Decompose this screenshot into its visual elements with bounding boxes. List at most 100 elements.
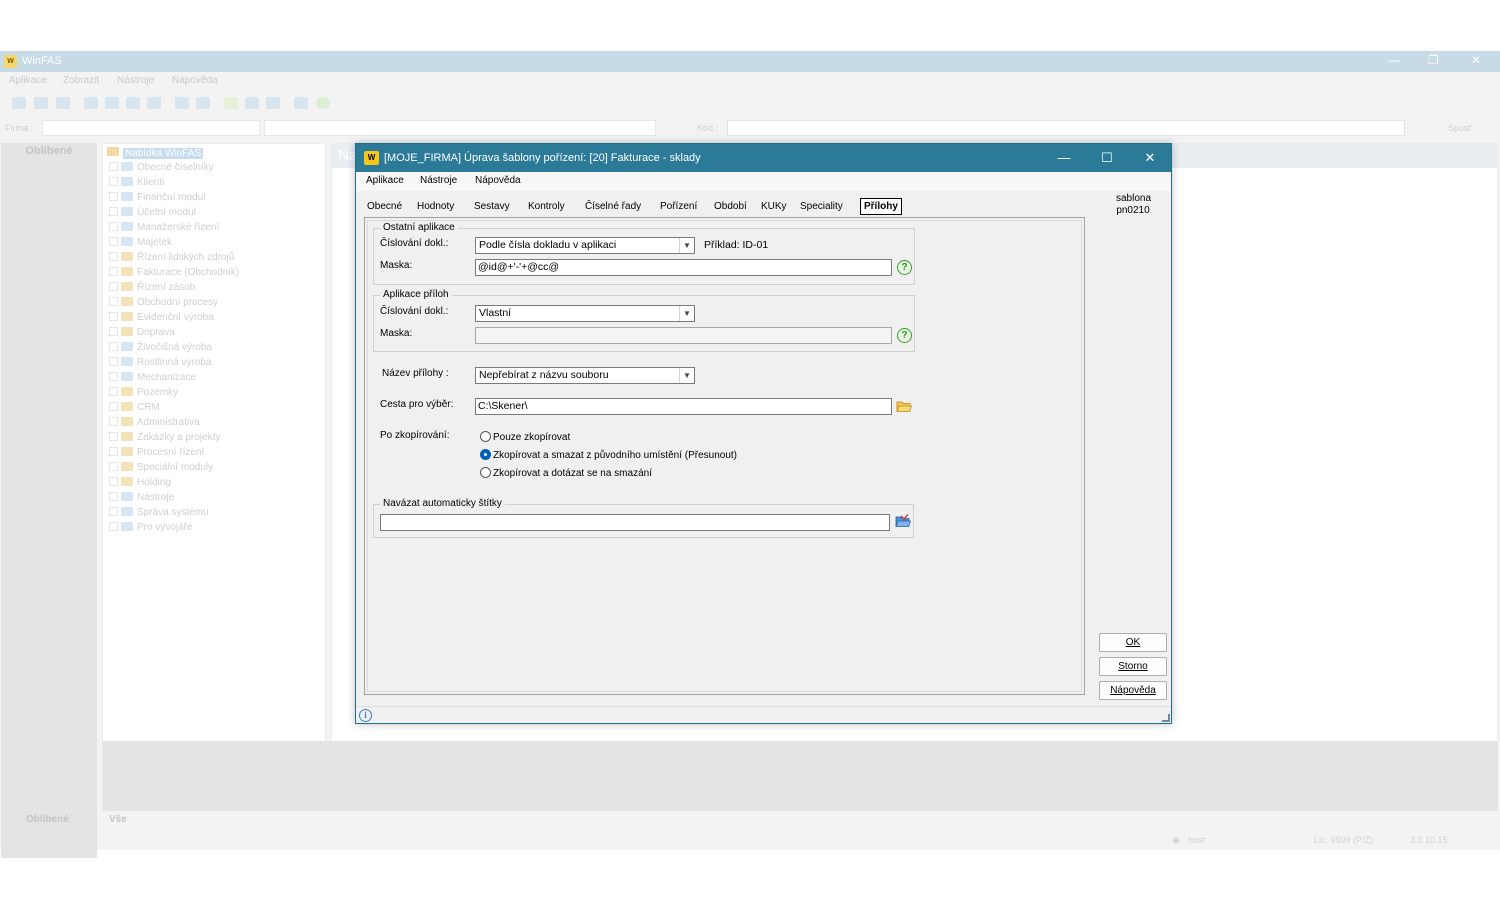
bg-tree-item[interactable]: Řízení zásob xyxy=(109,282,195,296)
bg-tool-icon[interactable] xyxy=(147,97,161,109)
expand-icon[interactable] xyxy=(109,222,118,231)
bg-menu-aplikace[interactable]: Aplikace xyxy=(9,75,47,86)
expand-icon[interactable] xyxy=(109,372,118,381)
radio-button-selected[interactable] xyxy=(480,449,491,460)
expand-icon[interactable] xyxy=(109,297,118,306)
expand-icon[interactable] xyxy=(109,507,118,516)
tab-speciality[interactable]: Speciality xyxy=(800,198,843,215)
expand-icon[interactable] xyxy=(109,342,118,351)
tab-obecne[interactable]: Obecné xyxy=(367,198,402,215)
menu-aplikace[interactable]: Aplikace xyxy=(366,175,404,186)
bg-tree-item[interactable]: Majetek xyxy=(109,237,172,251)
expand-icon[interactable] xyxy=(109,387,118,396)
tab-prilohy[interactable]: Přílohy xyxy=(860,198,902,215)
expand-icon[interactable] xyxy=(109,267,118,276)
bg-tree-item[interactable]: Obecné číselníky xyxy=(109,162,214,176)
cislovani-priloh-select[interactable]: Vlastní ▼ xyxy=(475,305,695,322)
expand-icon[interactable] xyxy=(109,477,118,486)
tab-obdobi[interactable]: Období xyxy=(714,198,747,215)
resize-grip-icon[interactable] xyxy=(1162,714,1170,722)
ok-button[interactable]: OK xyxy=(1099,633,1167,652)
bg-tree-item[interactable]: Manažerské řízení xyxy=(109,222,219,236)
radio-presunout[interactable]: Zkopírovat a smazat z původního umístění… xyxy=(480,449,737,461)
info-icon[interactable]: i xyxy=(359,709,372,722)
bg-kod-input[interactable] xyxy=(727,120,1405,136)
bg-tool-icon[interactable] xyxy=(126,97,140,109)
expand-icon[interactable] xyxy=(109,252,118,261)
chevron-down-icon[interactable]: ▼ xyxy=(679,238,694,253)
bg-close-icon[interactable]: ✕ xyxy=(1471,53,1481,67)
bg-tool-icon[interactable] xyxy=(105,97,119,109)
maximize-icon[interactable]: ☐ xyxy=(1093,149,1121,167)
cesta-input[interactable]: C:\Skener\ xyxy=(475,398,892,415)
expand-icon[interactable] xyxy=(109,492,118,501)
bg-menu-napoveda[interactable]: Nápověda xyxy=(172,75,218,86)
bg-tree-item[interactable]: Rostlinná výroba xyxy=(109,357,211,371)
bg-tree-item[interactable]: Nástroje xyxy=(109,492,174,506)
bg-tree-item[interactable]: Mechanizace xyxy=(109,372,196,386)
menu-napoveda[interactable]: Nápověda xyxy=(475,175,521,186)
expand-icon[interactable] xyxy=(109,162,118,171)
bg-firma-input[interactable] xyxy=(42,120,260,136)
bg-tree-item[interactable]: Speciální moduly xyxy=(109,462,213,476)
chevron-down-icon[interactable]: ▼ xyxy=(679,306,694,321)
bg-tree-item[interactable]: Doprava xyxy=(109,327,175,341)
tab-porizeni[interactable]: Pořízení xyxy=(660,198,697,215)
bg-tab-vse[interactable]: Vše xyxy=(109,814,127,825)
tab-hodnoty[interactable]: Hodnoty xyxy=(417,198,454,215)
maska-input[interactable]: @id@+'-'+@cc@ xyxy=(475,259,892,276)
bg-tree-item[interactable]: Administrativa xyxy=(109,417,200,431)
bg-tree-item[interactable]: CRM xyxy=(109,402,160,416)
bg-tree-item[interactable]: Živočišná výroba xyxy=(109,342,212,356)
bg-menu-nastroje[interactable]: Nástroje xyxy=(117,75,154,86)
bg-tree-item[interactable]: Finanční modul xyxy=(109,192,205,206)
dialog-titlebar[interactable]: W [MOJE_FIRMA] Úprava šablony pořízení: … xyxy=(356,144,1171,172)
cislovani-select[interactable]: Podle čísla dokladu v aplikaci ▼ xyxy=(475,237,695,254)
bg-tool-icon[interactable] xyxy=(224,97,238,109)
bg-tree-item[interactable]: Pozemky xyxy=(109,387,178,401)
bg-tree-item[interactable]: Evidenční výroba xyxy=(109,312,214,326)
tab-ciselne-rady[interactable]: Číselné řady xyxy=(585,198,641,215)
stitky-input[interactable] xyxy=(380,514,890,531)
expand-icon[interactable] xyxy=(109,402,118,411)
nazev-prilohy-select[interactable]: Nepřebírat z názvu souboru ▼ xyxy=(475,367,695,384)
bg-tool-icon[interactable] xyxy=(196,97,210,109)
expand-icon[interactable] xyxy=(109,417,118,426)
folder-open-icon[interactable] xyxy=(896,399,912,413)
bg-tool-icon[interactable] xyxy=(266,97,280,109)
bg-tree-item[interactable]: Fakturace (Obchodník) xyxy=(109,267,239,281)
bg-tool-icon[interactable] xyxy=(12,97,26,109)
radio-button[interactable] xyxy=(480,431,491,442)
minimize-icon[interactable]: — xyxy=(1050,149,1078,167)
bg-tree-item[interactable]: Účetní modul xyxy=(109,207,196,221)
menu-nastroje[interactable]: Nástroje xyxy=(420,175,457,186)
bg-tab-oblibene[interactable]: Oblíbené xyxy=(26,814,69,825)
bg-tree-item[interactable]: Procesní řízení xyxy=(109,447,204,461)
bg-tree-item[interactable]: Klienti xyxy=(109,177,164,191)
expand-icon[interactable] xyxy=(109,207,118,216)
bg-firma-name-input[interactable] xyxy=(264,120,656,136)
bg-tool-icon[interactable] xyxy=(34,97,48,109)
tab-kuky[interactable]: KUKy xyxy=(761,198,787,215)
expand-icon[interactable] xyxy=(109,177,118,186)
tab-sestavy[interactable]: Sestavy xyxy=(474,198,510,215)
expand-icon[interactable] xyxy=(109,522,118,531)
expand-icon[interactable] xyxy=(109,432,118,441)
bg-tree-item[interactable]: Řízení lidských zdrojů xyxy=(109,252,234,266)
maska-priloh-input[interactable] xyxy=(475,327,892,344)
bg-tree-item[interactable]: Pro vývojáře xyxy=(109,522,193,536)
bg-tree-root[interactable]: Nabídka WinFAS xyxy=(107,147,204,159)
bg-tool-icon[interactable] xyxy=(175,97,189,109)
bg-tool-icon[interactable] xyxy=(294,97,308,109)
bg-restore-icon[interactable]: ❐ xyxy=(1428,53,1439,67)
napoveda-button[interactable]: Nápověda xyxy=(1099,681,1167,700)
tab-kontroly[interactable]: Kontroly xyxy=(528,198,565,215)
storno-button[interactable]: Storno xyxy=(1099,657,1167,676)
help-icon[interactable]: ? xyxy=(897,260,912,275)
expand-icon[interactable] xyxy=(109,237,118,246)
radio-pouze-zkopirovat[interactable]: Pouze zkopírovat xyxy=(480,431,570,443)
expand-icon[interactable] xyxy=(109,357,118,366)
bg-menu-zobrazit[interactable]: Zobrazit xyxy=(63,75,99,86)
chevron-down-icon[interactable]: ▼ xyxy=(679,368,694,383)
close-icon[interactable]: ✕ xyxy=(1136,149,1164,167)
